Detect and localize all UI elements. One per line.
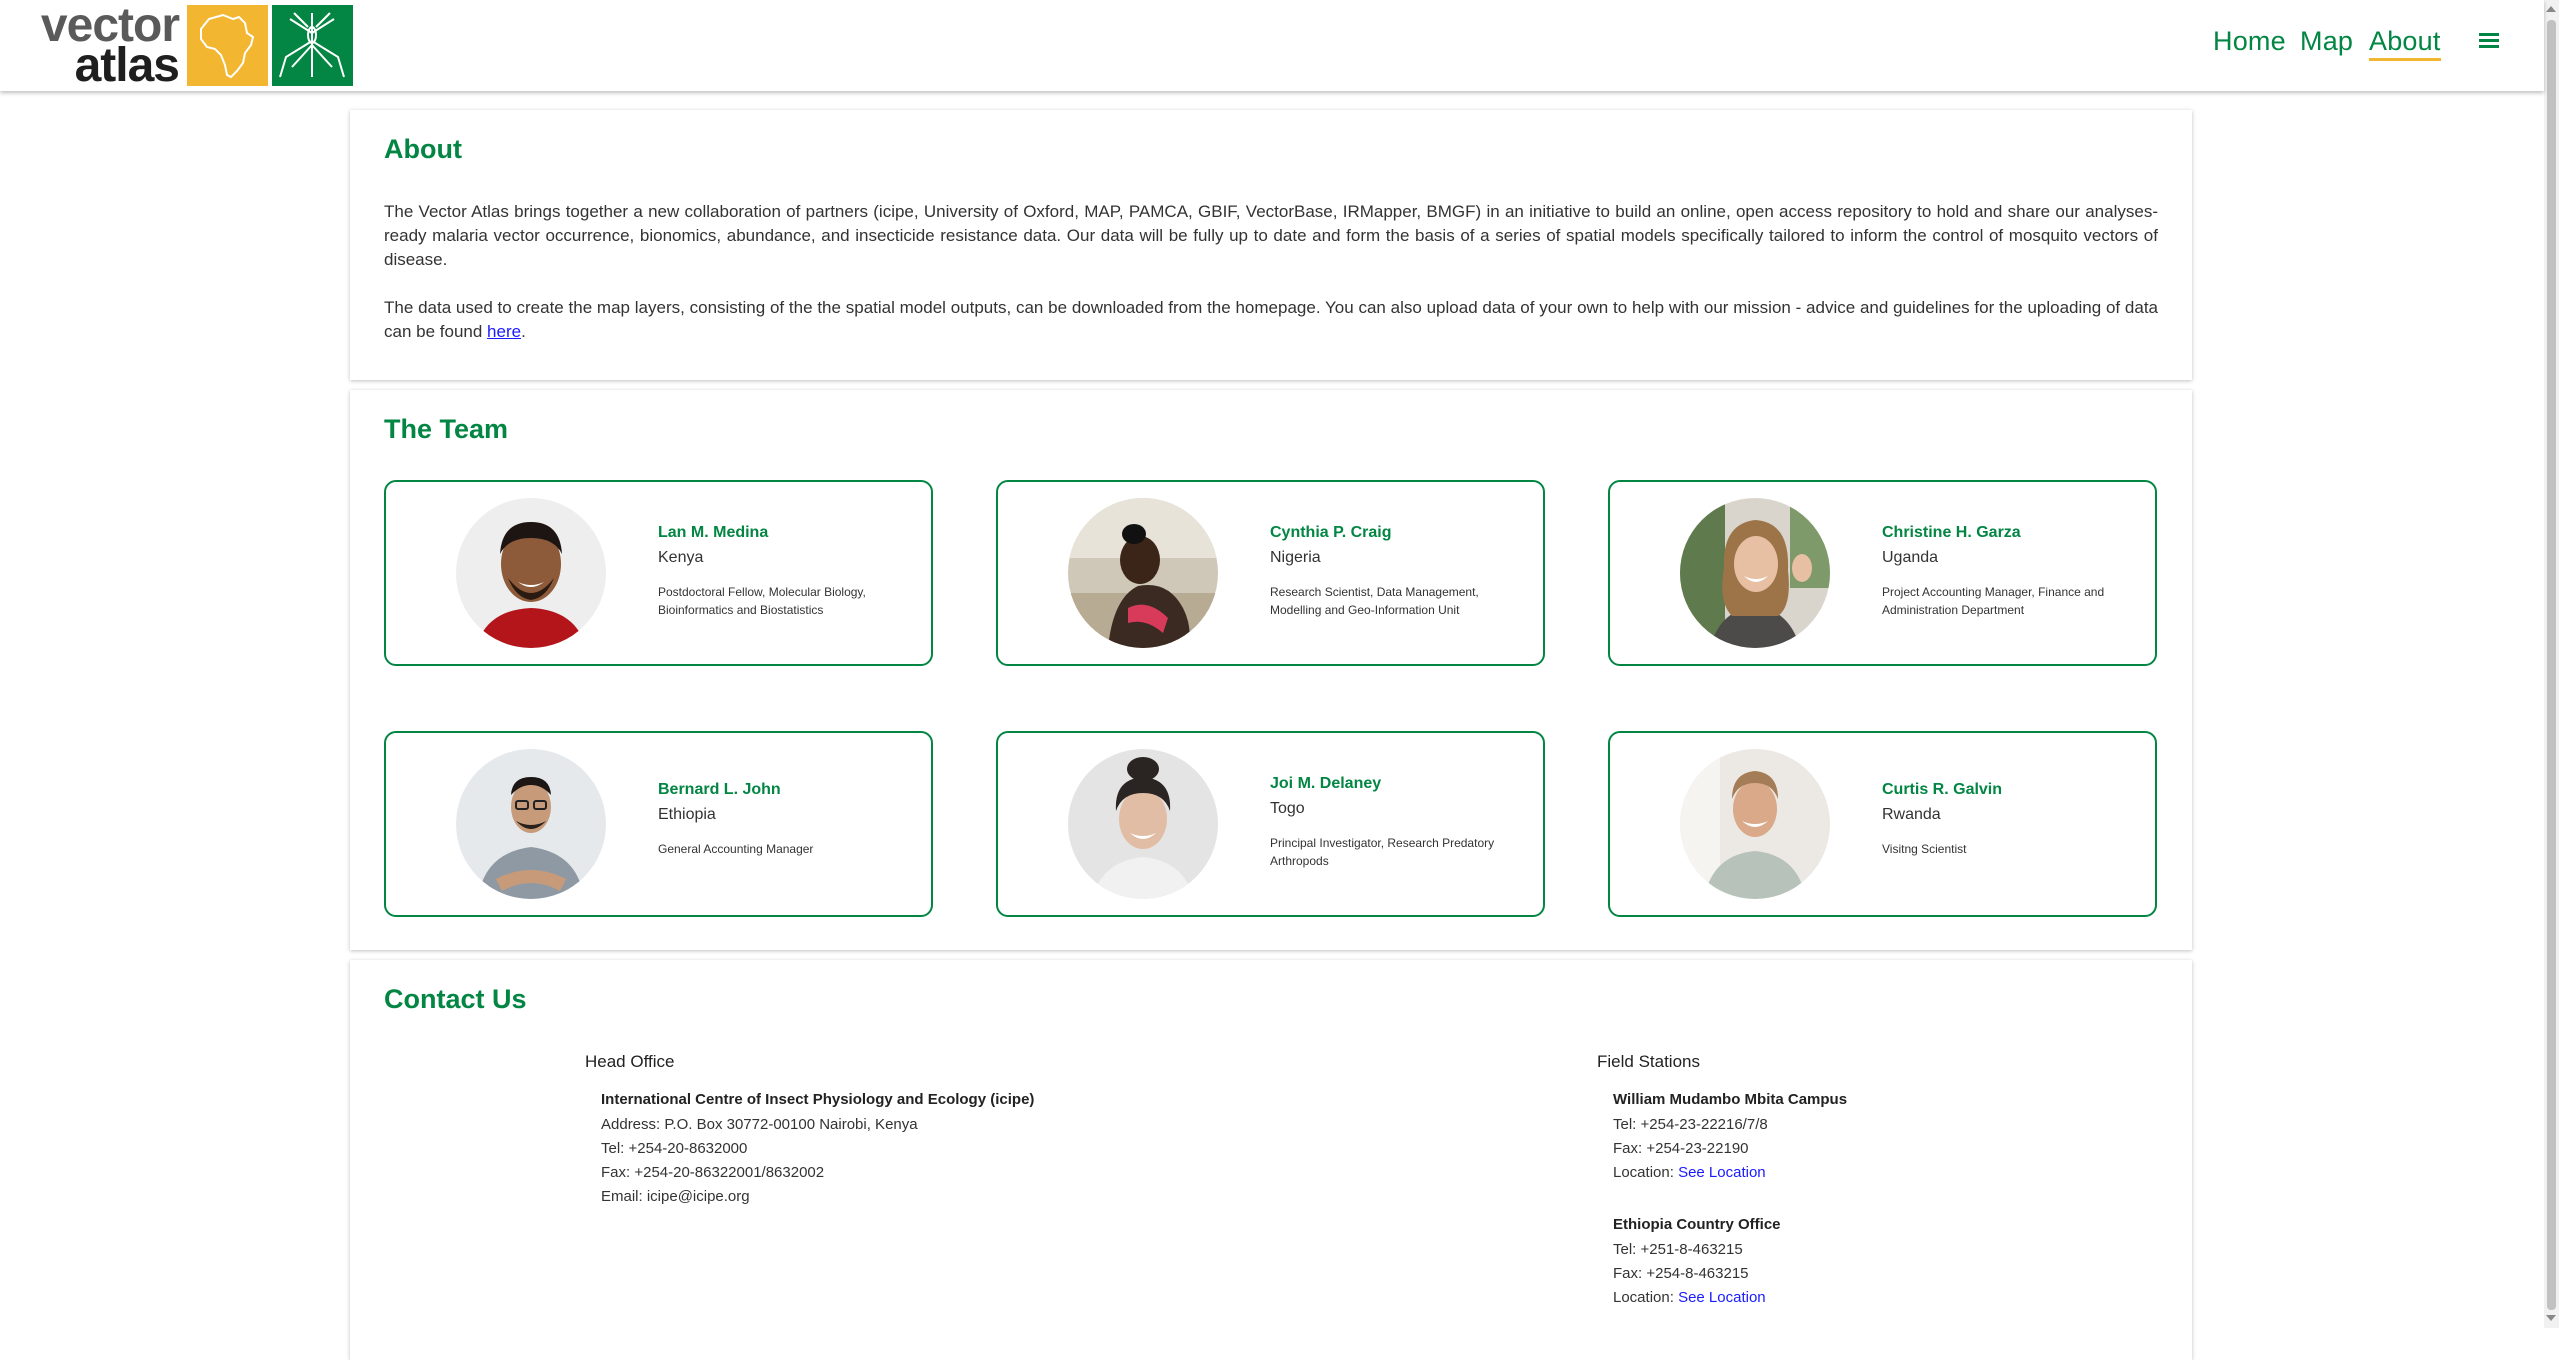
team-member-role: Visitng Scientist xyxy=(1882,842,1967,856)
nav-about-link[interactable]: About xyxy=(2369,26,2441,61)
field-station-fax: Fax: +254-8-463215 xyxy=(1613,1265,1749,1282)
team-member-info: Bernard L. John Ethiopia General Account… xyxy=(658,781,918,858)
location-label: Location: xyxy=(1613,1164,1674,1181)
team-member-country: Rwanda xyxy=(1882,806,1941,823)
team-member-country: Uganda xyxy=(1882,549,1939,566)
team-member-country: Nigeria xyxy=(1270,549,1321,566)
team-member-country: Ethiopia xyxy=(658,806,716,823)
team-member-name: Curtis R. Galvin xyxy=(1882,781,2003,798)
about-paragraph-1: The Vector Atlas brings together a new c… xyxy=(384,202,2158,269)
team-member-card: Bernard L. John Ethiopia General Account… xyxy=(384,731,933,917)
field-station-name: Ethiopia Country Office xyxy=(1613,1216,1781,1233)
team-member-role: Project Accounting Manager, Finance and … xyxy=(1882,585,2105,617)
nav-home-link[interactable]: Home xyxy=(2213,26,2286,57)
scrollbar-thumb[interactable] xyxy=(2547,20,2556,1310)
team-member-card: Joi M. Delaney Togo Principal Investigat… xyxy=(996,731,1545,917)
team-member-photo xyxy=(1680,749,1830,899)
field-station-fax: Fax: +254-23-22190 xyxy=(1613,1140,1749,1157)
team-member-role: Principal Investigator, Research Predato… xyxy=(1270,836,1495,868)
location-label: Location: xyxy=(1613,1289,1674,1306)
team-member-role: Research Scientist, Data Management, Mod… xyxy=(1270,585,1479,617)
africa-map-logo-icon xyxy=(187,5,268,86)
team-member-role: Postdoctoral Fellow, Molecular Biology, … xyxy=(658,585,866,617)
team-member-photo xyxy=(1680,498,1830,648)
vector-atlas-logo-text[interactable]: vector atlas xyxy=(24,0,180,92)
scroll-up-arrow-icon[interactable] xyxy=(2546,6,2556,12)
team-member-name: Christine H. Garza xyxy=(1882,524,2021,541)
hamburger-menu-icon[interactable] xyxy=(2479,33,2499,49)
contact-section: Contact Us Head Office International Cen… xyxy=(350,960,2192,1360)
team-member-card: Curtis R. Galvin Rwanda Visitng Scientis… xyxy=(1608,731,2157,917)
team-member-role: General Accounting Manager xyxy=(658,842,814,856)
team-member-card: Cynthia P. Craig Nigeria Research Scient… xyxy=(996,480,1545,666)
field-station-location: Location: See Location xyxy=(1613,1164,1766,1181)
upload-guidelines-link[interactable]: here xyxy=(487,322,521,341)
team-member-photo xyxy=(1068,749,1218,899)
team-member-info: Christine H. Garza Uganda Project Accoun… xyxy=(1882,524,2142,619)
field-stations-heading: Field Stations xyxy=(1597,1052,1700,1071)
about-paragraph-2-end: . xyxy=(521,322,526,341)
team-member-info: Lan M. Medina Kenya Postdoctoral Fellow,… xyxy=(658,524,918,619)
team-member-info: Curtis R. Galvin Rwanda Visitng Scientis… xyxy=(1882,781,2142,858)
team-member-photo xyxy=(1068,498,1218,648)
head-office-org: International Centre of Insect Physiolog… xyxy=(601,1091,1035,1108)
head-office-heading: Head Office xyxy=(585,1052,675,1071)
team-member-country: Kenya xyxy=(658,549,704,566)
team-title: The Team xyxy=(384,414,509,444)
see-location-link[interactable]: See Location xyxy=(1678,1164,1766,1181)
team-member-card: Lan M. Medina Kenya Postdoctoral Fellow,… xyxy=(384,480,933,666)
team-member-name: Cynthia P. Craig xyxy=(1270,524,1392,541)
team-member-info: Joi M. Delaney Togo Principal Investigat… xyxy=(1270,775,1530,870)
logo-word-atlas: atlas xyxy=(74,39,180,92)
head-office-email: Email: icipe@icipe.org xyxy=(601,1188,750,1205)
team-member-info: Cynthia P. Craig Nigeria Research Scient… xyxy=(1270,524,1530,619)
about-section: About The Vector Atlas brings together a… xyxy=(350,110,2192,380)
head-office-tel: Tel: +254-20-8632000 xyxy=(601,1140,748,1157)
about-title: About xyxy=(384,134,462,164)
field-station-name: William Mudambo Mbita Campus xyxy=(1613,1091,1848,1108)
field-station-tel: Tel: +251-8-463215 xyxy=(1613,1241,1743,1258)
head-office-fax: Fax: +254-20-86322001/8632002 xyxy=(601,1164,825,1181)
see-location-link[interactable]: See Location xyxy=(1678,1289,1766,1306)
team-member-country: Togo xyxy=(1270,800,1305,817)
team-member-photo xyxy=(456,498,606,648)
team-member-card: Christine H. Garza Uganda Project Accoun… xyxy=(1608,480,2157,666)
top-app-bar: vector atlas Home Map About xyxy=(0,0,2544,92)
contact-title: Contact Us xyxy=(384,984,527,1014)
field-station-location: Location: See Location xyxy=(1613,1289,1766,1306)
team-member-name: Joi M. Delaney xyxy=(1270,775,1382,792)
team-member-name: Bernard L. John xyxy=(658,781,781,798)
about-paragraph-2-text: The data used to create the map layers, … xyxy=(384,298,2158,341)
head-office-address: Address: P.O. Box 30772-00100 Nairobi, K… xyxy=(601,1116,918,1133)
team-section: The Team Lan M. Medina Kenya Postdoctora… xyxy=(350,390,2192,950)
scroll-down-arrow-icon[interactable] xyxy=(2546,1315,2556,1321)
team-member-photo xyxy=(456,749,606,899)
mosquito-logo-icon xyxy=(272,5,353,86)
about-paragraph-2: The data used to create the map layers, … xyxy=(384,296,2158,344)
nav-map-link[interactable]: Map xyxy=(2300,26,2353,57)
field-station-tel: Tel: +254-23-22216/7/8 xyxy=(1613,1116,1768,1133)
team-member-name: Lan M. Medina xyxy=(658,524,769,541)
